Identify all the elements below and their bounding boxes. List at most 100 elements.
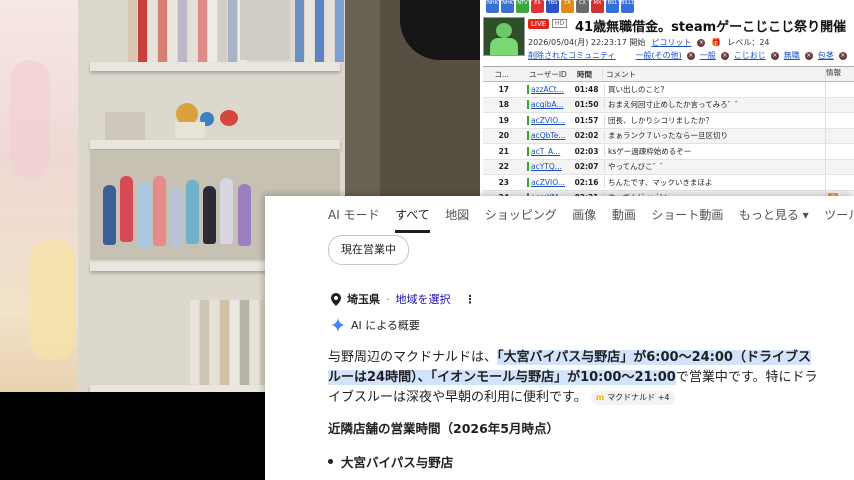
comment-viewer: NHK NHK NTV EX TBS TX CX MX BS1 BS11 LIVE HD 41歳無… bbox=[480, 0, 854, 206]
comment-number: 18 bbox=[498, 100, 509, 110]
tab-8[interactable]: ツール bbox=[824, 206, 854, 233]
col-header-time[interactable]: 時間 bbox=[567, 69, 602, 80]
tab-6[interactable]: ショート動画 bbox=[651, 206, 723, 233]
col-header-comment[interactable]: コメント bbox=[602, 68, 825, 80]
channel-badge[interactable]: TBS bbox=[546, 0, 559, 13]
figure-3 bbox=[138, 182, 151, 247]
comment-info bbox=[825, 82, 854, 97]
tag-remove-icon[interactable]: × bbox=[770, 51, 779, 60]
comment-row[interactable]: 23 acZVIO... 02:16 ちんたです、マックいきまほよ bbox=[483, 175, 854, 191]
select-region-link[interactable]: 地域を選択 bbox=[396, 291, 451, 307]
comment-info bbox=[825, 175, 854, 190]
col-header-info[interactable]: 情報 bbox=[825, 67, 854, 81]
manga-row-top bbox=[128, 0, 247, 62]
comment-row[interactable]: 21 acT_A... 02:03 ksゲー過疎枠始めるぞー bbox=[483, 144, 854, 160]
tab-7[interactable]: もっと見る ▾ bbox=[739, 206, 809, 233]
comment-row[interactable]: 17 azzACt... 01:48 買い出しのこと？ bbox=[483, 82, 854, 98]
figure-1 bbox=[103, 185, 116, 245]
comment-table-header: コ... ユーザーID 時間 コメント 情報 bbox=[483, 67, 854, 82]
ball-red bbox=[220, 110, 238, 126]
channel-badge[interactable]: MX bbox=[591, 0, 604, 13]
comment-user-id[interactable]: acZVIO... bbox=[527, 115, 569, 125]
comment-user-id[interactable]: acZVIO... bbox=[527, 177, 569, 187]
comment-user-id[interactable]: acgibA... bbox=[527, 100, 569, 110]
manga-row-top-right bbox=[295, 0, 344, 62]
box-white bbox=[175, 122, 205, 138]
comment-number: 22 bbox=[498, 162, 509, 172]
location-name: 埼玉県 bbox=[347, 293, 380, 306]
comment-user-id[interactable]: acQbTe... bbox=[527, 131, 569, 141]
figure-9 bbox=[238, 184, 251, 246]
channel-badge[interactable]: NHK bbox=[501, 0, 514, 13]
list-item: 大宮バイパス与野店 bbox=[328, 452, 453, 471]
ai-text-intro: 与野周辺のマクドナルドは、 bbox=[328, 350, 498, 365]
tag-row: 削除されたコミュニティ 一般(その他) × 一般 × こじおじ × 無職 × 包茎 × bbox=[528, 50, 847, 61]
stream-datetime: 2026/05/04(月) 22:23:17 開始 bbox=[528, 38, 646, 47]
tag-remove-icon[interactable]: × bbox=[720, 51, 729, 60]
game-box bbox=[105, 112, 145, 140]
shelf-board bbox=[90, 62, 340, 71]
open-now-chip[interactable]: 現在営業中 bbox=[328, 235, 409, 265]
category-link[interactable]: ピコリット bbox=[651, 37, 691, 48]
tag-link[interactable]: 一般 bbox=[700, 50, 716, 61]
figure-8 bbox=[220, 178, 233, 244]
broadcaster-avatar[interactable] bbox=[483, 17, 525, 56]
tab-0[interactable]: AI モード bbox=[328, 206, 380, 233]
channel-badge[interactable]: CX bbox=[576, 0, 589, 13]
figure-6 bbox=[186, 180, 199, 244]
channel-badge[interactable]: NHK bbox=[486, 0, 499, 13]
anime-poster bbox=[0, 0, 78, 392]
tag-link[interactable]: 包茎 bbox=[818, 50, 834, 61]
shelf-board-2 bbox=[90, 140, 340, 149]
figure-7 bbox=[203, 186, 216, 244]
stream-title: 41歳無職借金。steamゲーこじこじ祭り開催 bbox=[575, 20, 847, 35]
more-options-icon[interactable]: ⋮ bbox=[465, 293, 476, 306]
comment-table: コ... ユーザーID 時間 コメント 情報 17 azzACt... 01:48 買… bbox=[483, 66, 854, 206]
tag-remove-icon[interactable]: × bbox=[838, 51, 847, 60]
search-tabs: AI モードすべて地図ショッピング画像動画ショート動画もっと見る ▾ ツール bbox=[328, 206, 854, 233]
comment-rows: 17 azzACt... 01:48 買い出しのこと？ 18 acgibA... 01:50… bbox=[483, 82, 854, 206]
channel-badge[interactable]: EX bbox=[531, 0, 544, 13]
comment-user-id[interactable]: acYTQ... bbox=[527, 162, 569, 172]
comment-row[interactable]: 19 acZVIO... 01:57 団長、しかりシコリましたか？ bbox=[483, 113, 854, 129]
tab-5[interactable]: 動画 bbox=[612, 206, 636, 233]
comment-info bbox=[825, 128, 854, 143]
comment-user-id[interactable]: acT_A... bbox=[527, 146, 569, 156]
location-separator: · bbox=[386, 292, 390, 306]
tab-3[interactable]: ショッピング bbox=[485, 206, 557, 233]
manga-row-bottom bbox=[190, 300, 269, 392]
tag-remove-icon[interactable]: × bbox=[686, 51, 695, 60]
tab-2[interactable]: 地図 bbox=[445, 206, 469, 233]
col-header-no[interactable]: コ... bbox=[483, 69, 513, 80]
comment-row[interactable]: 20 acQbTe... 02:02 まぁランク７いったなら一旦区切り bbox=[483, 128, 854, 144]
tab-4[interactable]: 画像 bbox=[572, 206, 596, 233]
comment-info bbox=[825, 144, 854, 159]
stream-meta: 2026/05/04(月) 22:23:17 開始 ピコリット × 🎁 レベル：… bbox=[528, 37, 770, 48]
channel-badge[interactable]: BS1 bbox=[606, 0, 619, 13]
col-header-user[interactable]: ユーザーID bbox=[527, 69, 567, 80]
live-badge: LIVE bbox=[528, 19, 550, 29]
comment-number: 20 bbox=[498, 131, 509, 141]
location-row: 埼玉県 · 地域を選択 ⋮ bbox=[331, 291, 476, 307]
tag-link[interactable]: 一般(その他) bbox=[636, 50, 682, 61]
comment-user-id[interactable]: azzACt... bbox=[527, 84, 569, 94]
tag-remove-icon[interactable]: × bbox=[804, 51, 813, 60]
source-chip[interactable]: m マクドナルド +4 bbox=[590, 390, 675, 405]
remove-icon[interactable]: × bbox=[697, 38, 706, 47]
channel-badge[interactable]: TX bbox=[561, 0, 574, 13]
tag-link[interactable]: こじおじ bbox=[734, 50, 766, 61]
comment-text: ksゲー過疎枠始めるぞー bbox=[604, 145, 825, 157]
channel-badge[interactable]: BS11 bbox=[621, 0, 634, 13]
tab-1[interactable]: すべて bbox=[395, 206, 430, 233]
comment-row[interactable]: 18 acgibA... 01:50 おまえ何回寸止めしたか言ってみろ゛゛ bbox=[483, 97, 854, 113]
gift-icon: 🎁 bbox=[711, 38, 722, 47]
figure-box bbox=[240, 0, 290, 60]
comment-text: 買い出しのこと？ bbox=[604, 83, 825, 95]
ai-overview-header: AI による概要 bbox=[331, 317, 420, 333]
comment-time: 01:57 bbox=[574, 115, 599, 125]
mcdonalds-logo-icon: m bbox=[595, 392, 605, 402]
channel-badge[interactable]: NTV bbox=[516, 0, 529, 13]
community-link[interactable]: 削除されたコミュニティ bbox=[528, 50, 616, 61]
tag-link[interactable]: 無職 bbox=[784, 50, 800, 61]
comment-row[interactable]: 22 acYTQ... 02:07 やってんびこ゛゛ bbox=[483, 159, 854, 175]
